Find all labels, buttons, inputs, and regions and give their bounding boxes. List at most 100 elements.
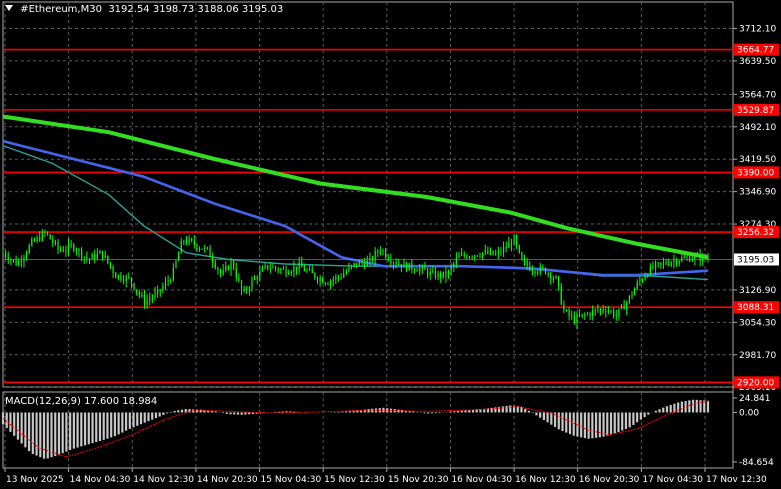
- x-tick-label: 15 Nov 12:30: [324, 475, 385, 485]
- candle-body: [267, 265, 269, 269]
- candle-body: [489, 250, 492, 254]
- candle-body: [201, 248, 203, 250]
- candle-body: [450, 266, 452, 271]
- candle-body: [81, 249, 83, 258]
- macd-signal-line: [2, 400, 709, 458]
- candle-body: [164, 281, 167, 287]
- candle-body: [335, 276, 337, 280]
- candle-body: [649, 265, 651, 275]
- candle-body: [219, 270, 222, 274]
- x-tick-label: 13 Nov 2025: [6, 475, 64, 485]
- candle-body: [31, 239, 33, 246]
- candle-body: [133, 283, 135, 290]
- candle-body: [44, 231, 46, 233]
- candle-body: [73, 244, 75, 251]
- candle-body: [539, 266, 541, 273]
- candle-body: [463, 254, 465, 257]
- candle-body: [130, 277, 133, 284]
- candle-body: [180, 240, 182, 254]
- candle-body: [272, 266, 274, 269]
- candle-body: [578, 315, 581, 317]
- candle-body: [500, 251, 502, 253]
- candle-body: [330, 280, 332, 285]
- menu-triangle-icon[interactable]: [5, 5, 13, 11]
- candle-body: [67, 243, 70, 251]
- candle-body: [523, 259, 526, 262]
- candle-body: [497, 251, 499, 254]
- candle-body: [2, 252, 4, 254]
- candle-body: [109, 262, 112, 267]
- candle-body: [385, 250, 387, 258]
- candle-body: [206, 247, 209, 249]
- macd-y-tick-label: -84.654: [739, 458, 774, 468]
- candle-body: [191, 238, 193, 241]
- level-tag-label: 3529.87: [737, 106, 774, 116]
- candle-body: [479, 256, 481, 258]
- candle-body: [565, 310, 568, 312]
- candle-body: [678, 261, 680, 264]
- candle-body: [39, 237, 41, 241]
- candle-body: [458, 255, 460, 258]
- candle-body: [531, 270, 534, 272]
- candle-body: [112, 266, 114, 273]
- candle-body: [282, 268, 285, 270]
- candle-body: [395, 262, 397, 265]
- candle-body: [432, 271, 434, 273]
- candle-body: [33, 239, 36, 241]
- candle-body: [484, 250, 486, 253]
- candle-body: [594, 309, 596, 311]
- candle-body: [18, 261, 20, 266]
- candle-body: [356, 262, 358, 266]
- candle-body: [476, 255, 478, 257]
- candle-body: [644, 276, 646, 280]
- candle-body: [526, 261, 528, 266]
- candle-body: [440, 272, 442, 278]
- candle-body: [248, 288, 250, 291]
- level-tag-label: 3256.32: [737, 228, 774, 238]
- candle-body: [468, 256, 471, 259]
- candle-body: [597, 309, 599, 311]
- candle-body: [96, 253, 98, 259]
- candle-body: [675, 260, 678, 264]
- candle-body: [303, 267, 305, 272]
- level-tag-label: 2920.00: [737, 378, 774, 388]
- candle-body: [222, 269, 224, 274]
- y-tick-label: 2981.70: [739, 351, 776, 361]
- candle-body: [560, 285, 562, 305]
- candle-body: [36, 237, 38, 241]
- x-tick-label: 16 Nov 20:30: [579, 475, 640, 485]
- candle-body: [455, 257, 458, 264]
- candle-body: [99, 250, 101, 254]
- price-chart-svg[interactable]: 13 Nov 2025 14 Nov 04:30 14 Nov 12:30 14 No…: [0, 0, 781, 489]
- candle-body: [516, 235, 518, 246]
- candle-body: [634, 289, 636, 296]
- candle-body: [495, 253, 497, 255]
- candle-body: [505, 247, 507, 249]
- candle-body: [508, 242, 510, 248]
- candle-body: [584, 314, 586, 316]
- candle-body: [322, 278, 324, 283]
- candle-body: [689, 256, 691, 262]
- y-tick-label: 3639.50: [739, 57, 776, 67]
- candle-body: [157, 289, 159, 293]
- candle-body: [510, 242, 513, 246]
- candle-body: [353, 262, 355, 266]
- trading-chart[interactable]: 13 Nov 2025 14 Nov 04:30 14 Nov 12:30 14 No…: [0, 0, 781, 489]
- candle-body: [416, 270, 418, 272]
- candle-body: [52, 239, 54, 243]
- candle-body: [361, 261, 363, 263]
- candle-body: [670, 262, 672, 266]
- x-tick-label: 14 Nov 12:30: [133, 475, 194, 485]
- candle-body: [225, 266, 227, 270]
- candle-body: [686, 256, 688, 258]
- chart-title: #Ethereum,M30 3192.54 3198.73 3188.06 31…: [5, 4, 283, 15]
- x-tick-label: 14 Nov 20:30: [197, 475, 258, 485]
- candle-body: [159, 289, 161, 291]
- candle-body: [167, 280, 169, 282]
- x-tick-label: 15 Nov 04:30: [261, 475, 322, 485]
- y-tick-label: 3054.30: [739, 318, 776, 328]
- candle-body: [20, 261, 22, 263]
- candle-body: [437, 272, 439, 278]
- candle-body: [269, 268, 271, 270]
- candle-body: [610, 310, 612, 312]
